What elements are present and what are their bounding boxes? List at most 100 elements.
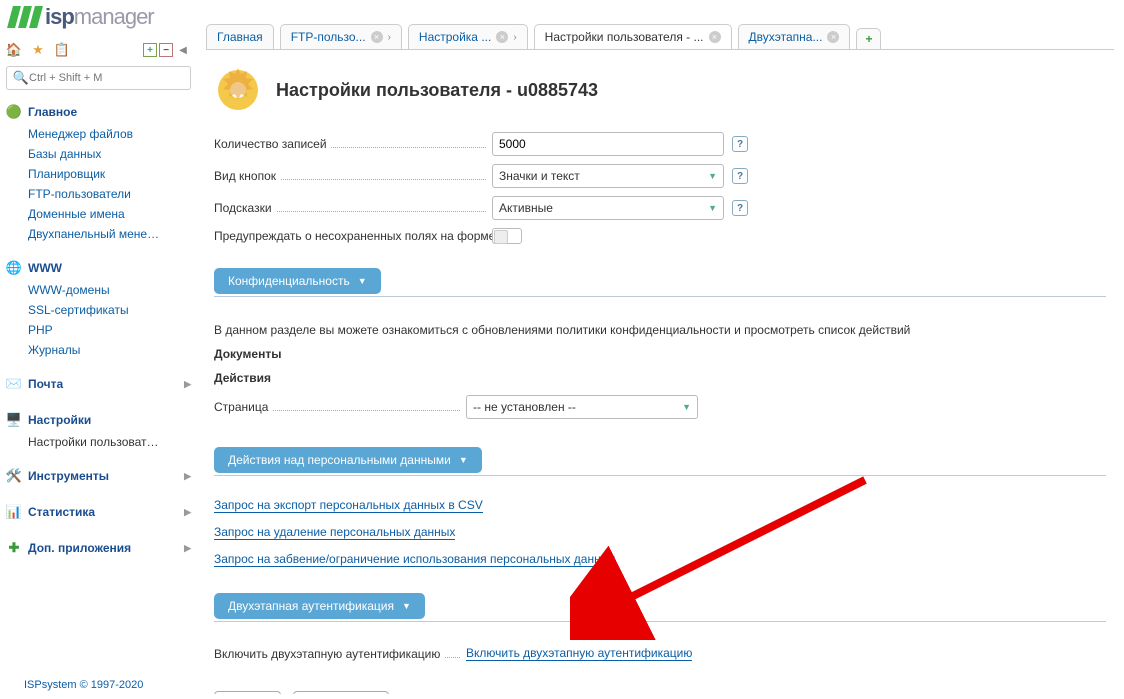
link-delete-data[interactable]: Запрос на удаление персональных данных [214,525,455,540]
chevron-down-icon: ▼ [708,171,717,181]
select-buttons[interactable]: Значки и текст ▼ [492,164,724,188]
nav-item-twopanel[interactable]: Двухпанельный мене… [28,224,191,244]
monitor-icon: 🖥️ [6,412,22,428]
section-privacy-label: Конфиденциальность [228,274,350,288]
tools-icon: 🛠️ [6,468,22,484]
tab-ftp[interactable]: FTP-пользо... × › [280,24,402,49]
chevron-left-icon[interactable]: ◀ [175,42,191,58]
help-icon[interactable]: ? [732,168,748,184]
plus-icon: ✚ [6,540,22,556]
nav-item-php[interactable]: PHP [28,320,191,340]
settings-gear-icon [214,66,262,114]
tab-usersettings-label: Настройки пользователя - ... [545,30,704,44]
help-icon[interactable]: ? [732,136,748,152]
close-icon[interactable]: × [371,31,383,43]
nav-www-label: WWW [28,261,62,275]
nav-tools[interactable]: 🛠️ Инструменты ▶ [6,464,191,488]
tab-home[interactable]: Главная [206,24,274,49]
chevron-down-icon: ▼ [402,601,411,611]
nav-item-ssl[interactable]: SSL-сертификаты [28,300,191,320]
mail-icon: ✉️ [6,376,22,392]
toolbar: 🏠 ★ 📋 + − ◀ [6,40,191,60]
nav-tools-label: Инструменты [28,469,109,483]
select-page[interactable]: -- не установлен --▼ [466,395,698,419]
tabs: Главная FTP-пользо... × › Настройка ... … [206,24,1114,50]
piechart-icon: 📊 [6,504,22,520]
tab-home-label: Главная [217,30,263,44]
tab-setup-label: Настройка ... [419,30,491,44]
logo-text: ispmanager [45,4,154,30]
logo: ispmanager [10,4,154,30]
chevron-right-icon: ▶ [184,379,191,390]
main-content: Настройки пользователя - u0885743 Количе… [214,58,1116,694]
close-icon[interactable]: × [827,31,839,43]
tab-usersettings[interactable]: Настройки пользователя - ... × [534,24,732,49]
nav-settings[interactable]: 🖥️ Настройки [6,408,191,432]
chevron-down-icon: ▼ [358,276,367,286]
page-title: Настройки пользователя - u0885743 [276,80,598,101]
nav-item-wwwdomains[interactable]: WWW-домены [28,280,191,300]
label-buttons: Вид кнопок [214,169,492,183]
star-icon[interactable]: ★ [30,42,46,58]
chevron-right-icon: ▶ [184,507,191,518]
link-export-csv[interactable]: Запрос на экспорт персональных данных в … [214,498,483,513]
nav-www[interactable]: 🌐 WWW [6,256,191,280]
chevron-down-icon: ▼ [459,455,468,465]
select-buttons-value: Значки и текст [499,169,580,183]
expand-plus-button[interactable]: + [143,43,157,57]
label-records: Количество записей [214,137,492,151]
nav-stats-label: Статистика [28,505,95,519]
close-icon[interactable]: × [709,31,721,43]
world-icon: 🌐 [6,260,22,276]
tab-add-button[interactable]: + [856,28,881,49]
nav-item-logs[interactable]: Журналы [28,340,191,360]
clipboard-icon[interactable]: 📋 [54,42,70,58]
chevron-right-icon: › [388,32,391,43]
chevron-right-icon: ▶ [184,543,191,554]
section-privacy-head[interactable]: Конфиденциальность ▼ [214,268,381,294]
section-personal-label: Действия над персональными данными [228,453,451,467]
privacy-actions-heading: Действия [214,371,1106,385]
collapse-minus-button[interactable]: − [159,43,173,57]
toggle-warn[interactable] [492,228,522,244]
label-page: Страница [214,400,466,414]
home-icon[interactable]: 🏠 [6,42,22,58]
label-warn: Предупреждать о несохраненных полях на ф… [214,229,492,243]
nav-item-databases[interactable]: Базы данных [28,144,191,164]
tab-twofa[interactable]: Двухэтапна... × [738,24,851,49]
help-icon[interactable]: ? [732,200,748,216]
privacy-docs-heading: Документы [214,347,1106,361]
select-hints[interactable]: Активные▼ [492,196,724,220]
link-forget-data[interactable]: Запрос на забвение/ограничение использов… [214,552,615,567]
select-page-value: -- не установлен -- [473,400,576,414]
close-icon[interactable]: × [496,31,508,43]
nav-item-filemanager[interactable]: Менеджер файлов [28,124,191,144]
label-hints: Подсказки [214,201,492,215]
nav-item-ftp[interactable]: FTP-пользователи [28,184,191,204]
nav-addons[interactable]: ✚ Доп. приложения ▶ [6,536,191,560]
search-input-wrap[interactable]: 🔍 [6,66,191,90]
link-enable-2fa[interactable]: Включить двухэтапную аутентификацию [466,646,692,661]
nav-mail-label: Почта [28,377,63,391]
section-twofa-label: Двухэтапная аутентификация [228,599,394,613]
ok-button[interactable]: Ok [214,691,281,694]
nav-item-usersettings[interactable]: Настройки пользоват… [28,432,191,452]
tab-setup[interactable]: Настройка ... × › [408,24,528,49]
nav-item-scheduler[interactable]: Планировщик [28,164,191,184]
input-records[interactable] [492,132,724,156]
nav-main[interactable]: 🟢 Главное [6,100,191,124]
search-icon: 🔍 [13,70,29,86]
cancel-button[interactable]: Отмена [293,691,390,694]
sidebar: 🏠 ★ 📋 + − ◀ 🔍 🟢 Главное Менеджер файлов … [6,40,191,572]
search-input[interactable] [29,72,184,84]
logo-bars-icon [7,6,43,28]
label-enable-2fa: Включить двухэтапную аутентификацию [214,647,466,661]
section-twofa-head[interactable]: Двухэтапная аутентификация ▼ [214,593,425,619]
nav-stats[interactable]: 📊 Статистика ▶ [6,500,191,524]
nav-mail[interactable]: ✉️ Почта ▶ [6,372,191,396]
nav-item-domains[interactable]: Доменные имена [28,204,191,224]
footer-copyright[interactable]: ISPsystem © 1997-2020 [24,679,143,691]
nav-addons-label: Доп. приложения [28,541,131,555]
section-personal-head[interactable]: Действия над персональными данными ▼ [214,447,482,473]
chevron-right-icon: ▶ [184,471,191,482]
